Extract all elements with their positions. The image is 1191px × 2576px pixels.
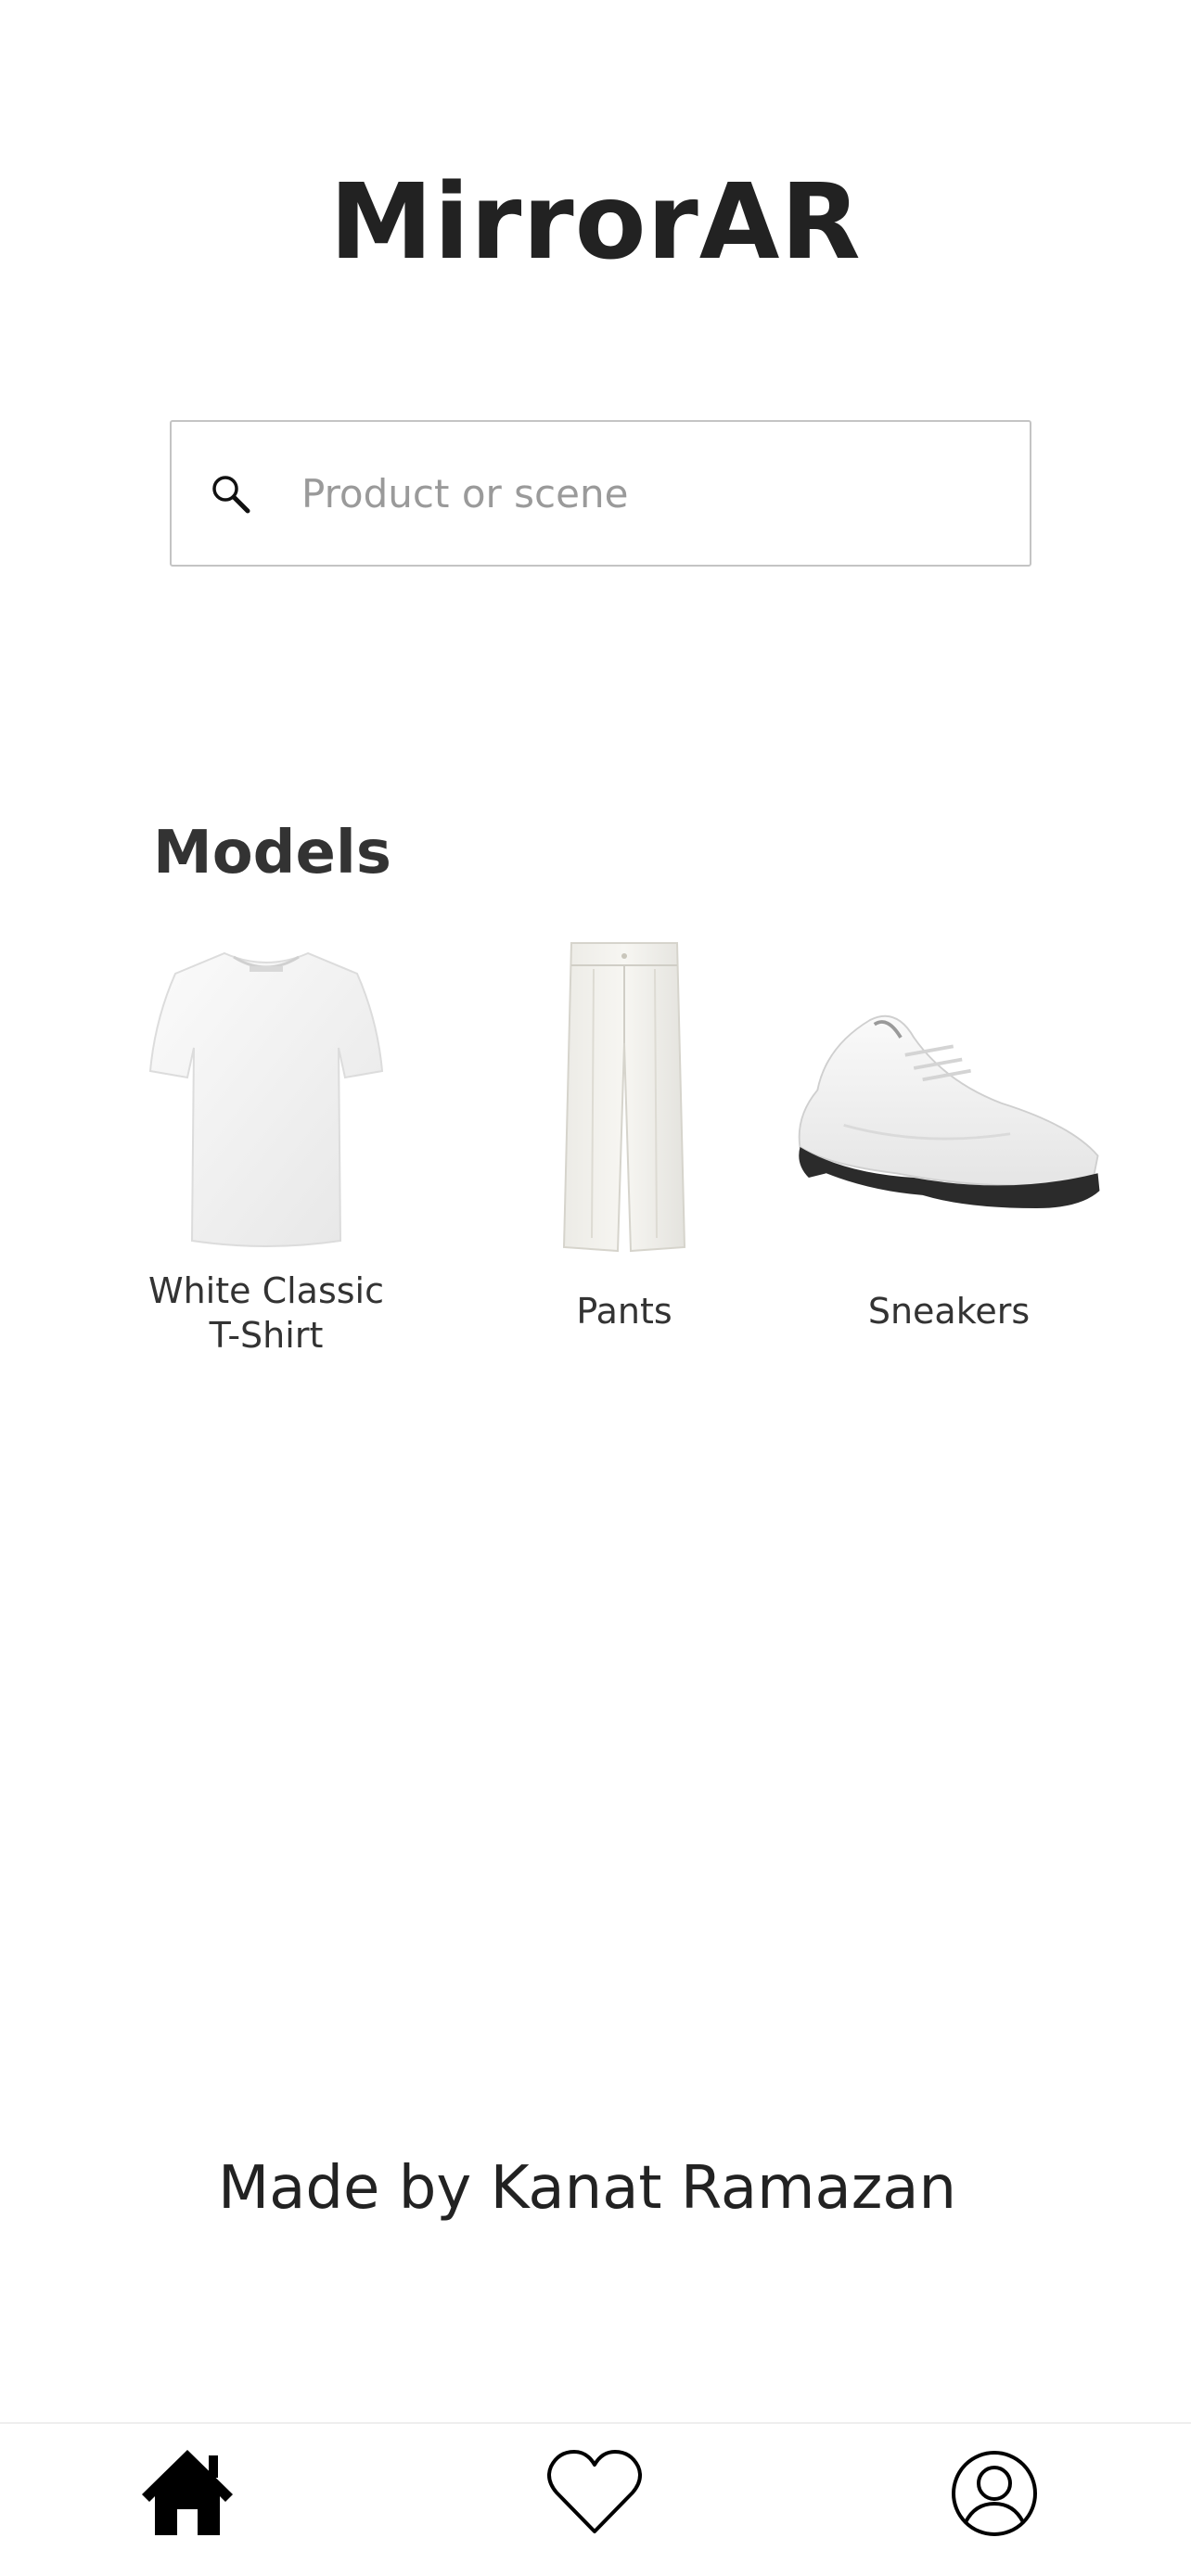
home-icon[interactable]	[136, 2442, 238, 2544]
heart-icon[interactable]	[544, 2442, 646, 2544]
bottom-tab-bar	[0, 2422, 1191, 2576]
model-card-tshirt[interactable]: White Classic T-Shirt	[109, 937, 424, 1358]
model-label: Sneakers	[867, 1291, 1031, 1332]
model-card-pants[interactable]: Pants	[467, 937, 782, 1333]
tshirt-image	[148, 951, 384, 1247]
search-bar[interactable]	[170, 420, 1031, 567]
user-icon[interactable]	[943, 2442, 1045, 2544]
sneakers-image	[798, 1014, 1100, 1209]
model-label: Pants	[576, 1291, 672, 1332]
models-heading: Models	[153, 819, 391, 887]
app-title: MirrorAR	[329, 162, 862, 283]
search-icon	[212, 476, 250, 514]
pants-image	[562, 942, 686, 1253]
footer-credit: Made by Kanat Ramazan	[217, 2154, 957, 2223]
model-card-sneakers[interactable]: Sneakers	[791, 937, 1107, 1333]
search-input[interactable]	[301, 422, 1006, 565]
model-label: White Classic T-Shirt	[148, 1270, 384, 1356]
